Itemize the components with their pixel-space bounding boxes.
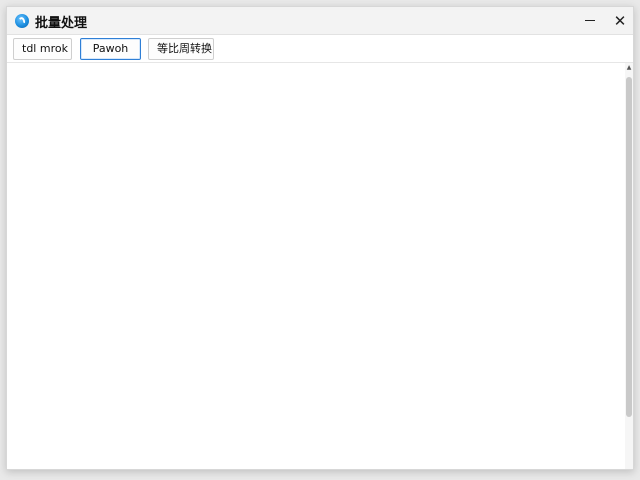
- scroll-up-arrow-icon[interactable]: ▲: [626, 65, 632, 71]
- toolbar: tdl mrok Pawoh 等比周转换: [7, 35, 633, 63]
- close-button[interactable]: ✕: [605, 7, 635, 34]
- toolbar-button-2[interactable]: Pawoh: [80, 38, 141, 60]
- app-logo-icon: [15, 14, 29, 28]
- minimize-button[interactable]: [575, 7, 605, 34]
- proportional-convert-button[interactable]: 等比周转换: [148, 38, 214, 60]
- close-icon: ✕: [613, 11, 627, 30]
- window-title: 批量处理: [35, 16, 88, 31]
- batch-processing-window: 批量处理 ✕ tdl mrok Pawoh 等比周转换 ▲: [6, 6, 634, 470]
- title-bar[interactable]: 批量处理 ✕: [7, 7, 633, 35]
- vertical-scrollbar[interactable]: ▲: [625, 63, 633, 469]
- toolbar-button-1[interactable]: tdl mrok: [13, 38, 72, 60]
- content-area[interactable]: [7, 63, 625, 469]
- minimize-icon: [585, 20, 595, 21]
- scroll-thumb[interactable]: [626, 77, 632, 417]
